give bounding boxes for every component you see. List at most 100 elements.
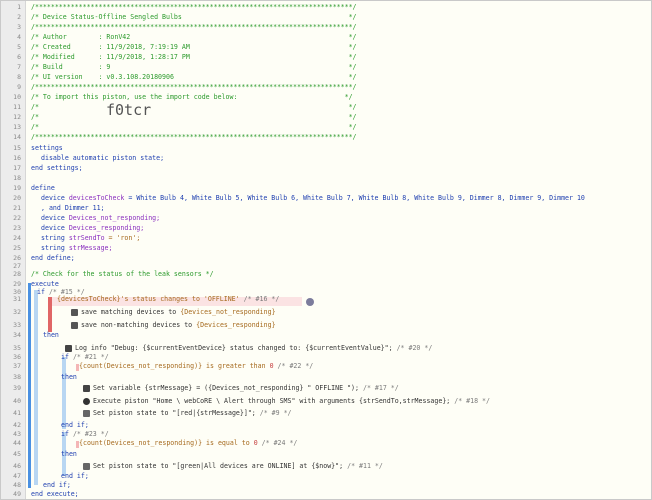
code-line: /***************************************… [31, 22, 357, 32]
line-number: 37 [13, 362, 21, 370]
code-token: /* #20 */ [396, 344, 433, 352]
line-number: 7 [17, 63, 21, 71]
code-line: Log info "Debug: {$currentEventDevice} s… [65, 343, 432, 353]
code-line: /* Created : 11/9/2018, 7:19:19 AM */ [31, 42, 357, 52]
code-line: save non-matching devices to {Devices_re… [71, 320, 276, 330]
x-icon [71, 321, 78, 329]
code-token: then [61, 450, 77, 458]
code-token: /* */ [31, 103, 357, 111]
nested-if1-bar [62, 357, 66, 429]
line-number: 5 [17, 43, 21, 51]
code-token: /* #9 */ [259, 409, 292, 417]
code-token: device [41, 194, 65, 202]
code-token: device [41, 214, 65, 222]
code-line: /* Author : RonV42 */ [31, 32, 357, 42]
code-token: end settings; [31, 164, 83, 172]
code-line: {count(Devices_not_responding)} is great… [79, 361, 313, 371]
code-token: /* */ [31, 123, 357, 131]
code-line: device Devices_responding; [41, 223, 144, 233]
code-line: /* Modified : 11/9/2018, 1:28:17 PM */ [31, 52, 357, 62]
code-token: strMessage; [68, 244, 113, 252]
line-number: 14 [13, 133, 21, 141]
line-number: 9 [17, 83, 21, 91]
line-number: 15 [13, 144, 21, 152]
code-line: /* */ [31, 112, 357, 122]
code-token: disable automatic piston state; [41, 154, 165, 162]
line-number: 1 [17, 3, 21, 11]
code-line: then [43, 330, 59, 340]
code-line: Set piston state to "[green|All devices … [83, 461, 383, 471]
code-line: Execute piston "Home \ webCoRE \ Alert t… [83, 396, 490, 406]
code-line: /* Check for the status of the leak sens… [31, 269, 214, 279]
code-line: end settings; [31, 163, 83, 173]
line-number: 13 [13, 123, 21, 131]
code-token: /* UI version : v0.3.108.20180906 */ [31, 73, 357, 81]
code-token: save matching devices to [81, 308, 177, 316]
code-token: Set piston state to "[red|{strMessage}]"… [93, 409, 256, 417]
code-token: Set piston state to "[green|All devices … [93, 462, 344, 470]
code-token: end define; [31, 254, 75, 262]
line-number: 2 [17, 13, 21, 21]
line-number: 45 [13, 450, 21, 458]
line-number: 23 [13, 224, 21, 232]
import-code: f0tcr [106, 101, 152, 119]
code-token: /***************************************… [31, 133, 357, 141]
line-number: 4 [17, 33, 21, 41]
code-token: if [37, 288, 45, 296]
code-token: /* #24 */ [261, 439, 298, 447]
code-token: = 'ron'; [108, 234, 141, 242]
code-token: /* #11 */ [347, 462, 383, 470]
code-token: string [41, 234, 65, 242]
line-number: 41 [13, 409, 21, 417]
code-token: settings [31, 144, 63, 152]
code-token: if [61, 430, 69, 438]
debug-icon [65, 344, 72, 352]
piston-code-editor: 1 2 3 4 5 6 7 8 9 10 11 12 13 14 15 16 17 18 19 20 21 22 23 24 2… [0, 0, 652, 500]
code-token: strSendTo [68, 234, 105, 242]
code-line: string strMessage; [41, 243, 112, 253]
code-token: /* Author : RonV42 */ [31, 33, 357, 41]
state-icon [83, 409, 90, 417]
code-token: end if; [43, 481, 71, 489]
code-token: /***************************************… [31, 23, 357, 31]
code-token: if [61, 353, 69, 361]
line-number: 25 [13, 244, 21, 252]
line-number: 3 [17, 23, 21, 31]
code-token: Devices_responding; [68, 224, 145, 232]
code-token: devicesToCheck [68, 194, 125, 202]
line-number: 39 [13, 384, 21, 392]
code-line: device Devices_not_responding; [41, 213, 160, 223]
line-number: 24 [13, 234, 21, 242]
code-line: then [61, 372, 77, 382]
line-number: 19 [13, 184, 21, 192]
code-line: device devicesToCheck = White Bulb 4, Wh… [41, 193, 585, 203]
code-token: /* Build : 9 */ [31, 63, 357, 71]
code-line: settings [31, 143, 63, 153]
code-line: save matching devices to {Devices_not_re… [71, 307, 276, 317]
code-line: /* */ [31, 122, 357, 132]
code-line: /***************************************… [31, 82, 357, 92]
code-token: /* To import this piston, use the import… [31, 93, 353, 101]
code-token: /***************************************… [31, 3, 357, 11]
line-number: 31 [13, 295, 21, 303]
code-token: {count(Devices_not_responding)} is equal… [79, 439, 250, 447]
code-token: Devices_not_responding; [68, 214, 161, 222]
line-number: 12 [13, 113, 21, 121]
code-line: end define; [31, 253, 75, 263]
x-icon [71, 308, 78, 316]
code-token: {Devices_responding} [196, 321, 276, 329]
line-number: 21 [13, 204, 21, 212]
code-token: /* #21 */ [72, 353, 109, 361]
line-number: 10 [13, 93, 21, 101]
code-line: end execute; [31, 489, 79, 499]
code-token: {Devices_not_responding} [180, 308, 276, 316]
code-token: define [31, 184, 55, 192]
set-variable-icon [83, 384, 90, 392]
code-token: string [41, 244, 65, 252]
gear-icon[interactable] [306, 298, 314, 306]
line-number: 17 [13, 164, 21, 172]
code-line: /***************************************… [31, 132, 357, 142]
code-token: end if; [61, 421, 89, 429]
code-token: /* #22 */ [277, 362, 314, 370]
code-token: , and Dimmer 11; [41, 204, 105, 212]
